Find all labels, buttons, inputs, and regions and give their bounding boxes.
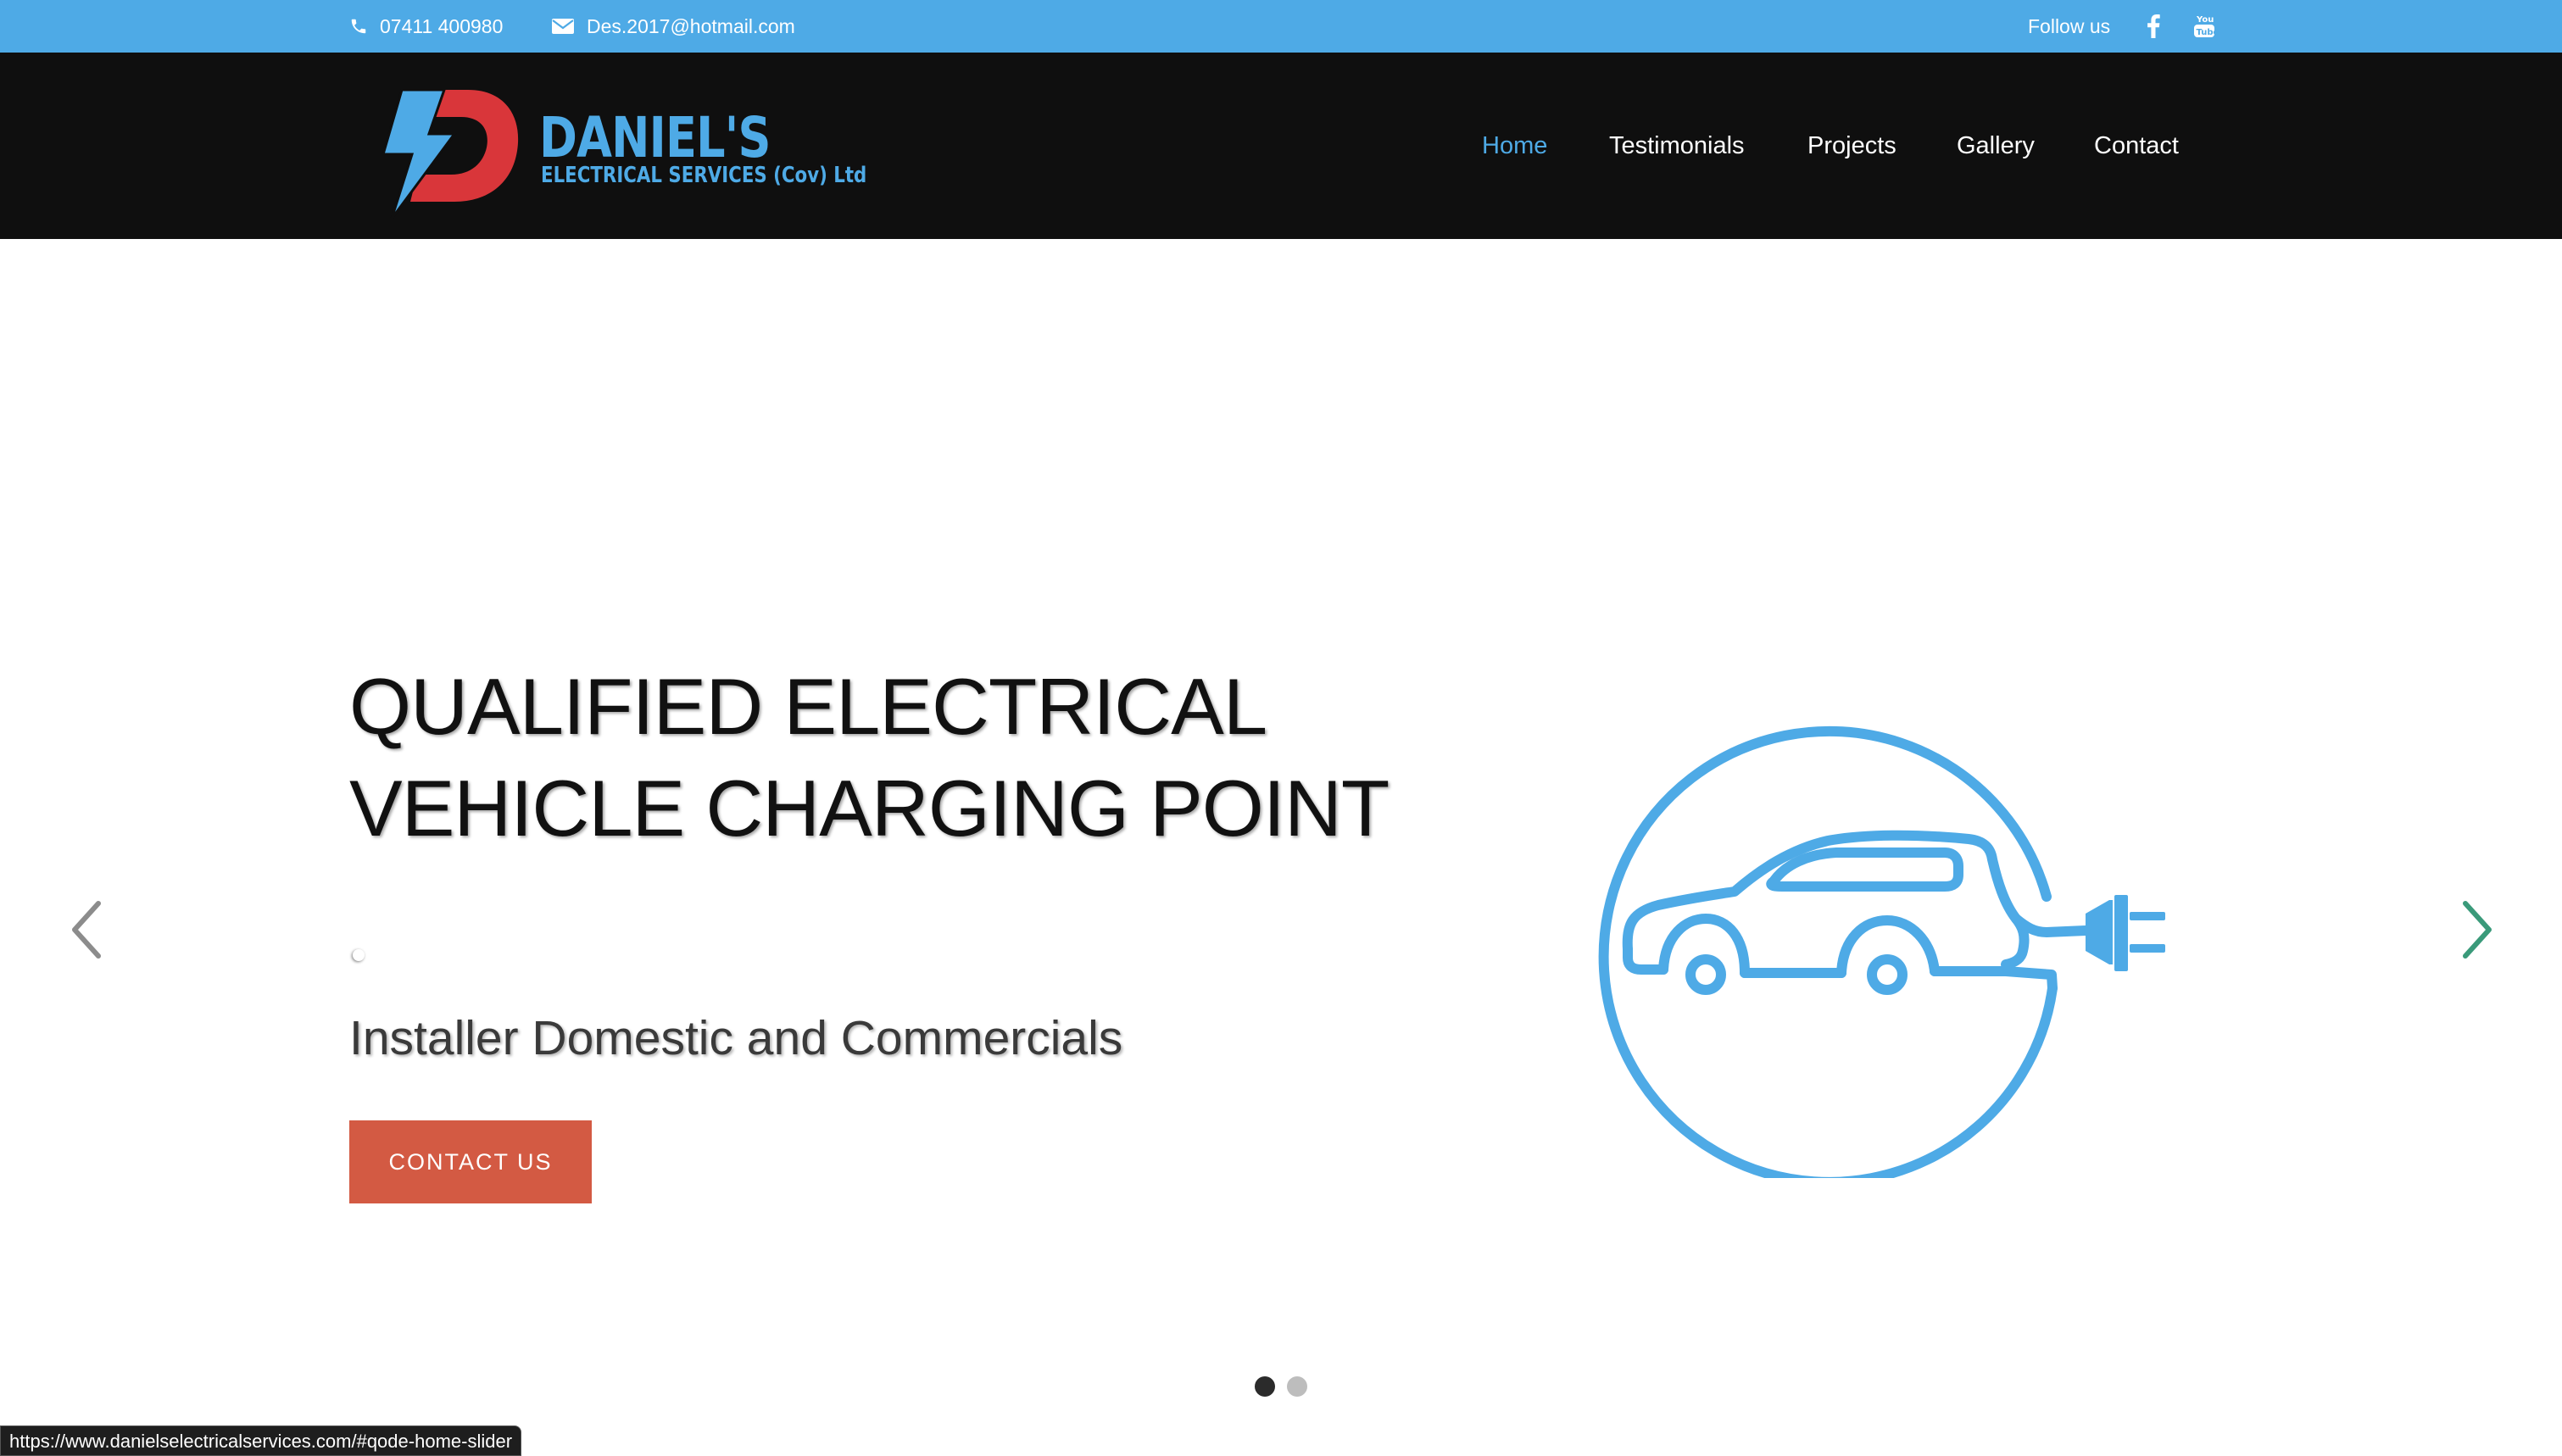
slide-subheading: Installer Domestic and Commercials — [349, 1011, 1123, 1065]
email-link[interactable]: Des.2017@hotmail.com — [551, 0, 795, 53]
slider-prev-arrow[interactable] — [61, 892, 112, 968]
slider-next-arrow[interactable] — [2452, 892, 2503, 968]
ev-charging-car-icon — [1598, 725, 2165, 1178]
top-contact-bar: 07411 400980 Des.2017@hotmail.com Follow… — [0, 0, 2562, 53]
phone-number: 07411 400980 — [380, 14, 504, 37]
slide-headline-line-1: QUALIFIED ELECTRICAL — [349, 662, 1267, 751]
youtube-icon: You Tube — [2194, 15, 2216, 37]
slider-pagination — [1255, 1376, 1307, 1397]
decorative-dot — [353, 949, 365, 961]
home-slider: QUALIFIED ELECTRICAL VEHICLE CHARGING PO… — [0, 239, 2562, 1456]
phone-icon — [351, 19, 366, 34]
nav-contact[interactable]: Contact — [2094, 53, 2179, 239]
contact-us-button[interactable]: CONTACT US — [349, 1120, 592, 1203]
slide-headline-line-2: VEHICLE CHARGING POINT — [349, 764, 1390, 853]
status-bar-url: https://www.danielselectricalservices.co… — [0, 1425, 522, 1456]
youtube-link[interactable]: You Tube — [2187, 0, 2221, 53]
facebook-icon — [2147, 14, 2160, 38]
email-address: Des.2017@hotmail.com — [587, 14, 795, 37]
slider-bullet-1[interactable] — [1255, 1376, 1275, 1397]
main-navigation: Home Testimonials Projects Gallery Conta… — [0, 53, 2562, 239]
chevron-left-icon — [72, 901, 101, 959]
phone-link[interactable]: 07411 400980 — [349, 0, 503, 53]
svg-text:Tube: Tube — [2197, 28, 2216, 37]
slide-headline: QUALIFIED ELECTRICAL VEHICLE CHARGING PO… — [349, 656, 1536, 859]
facebook-link[interactable] — [2136, 0, 2170, 53]
follow-us-label: Follow us — [2028, 14, 2111, 37]
nav-home[interactable]: Home — [1482, 53, 1547, 239]
svg-text:You: You — [2196, 15, 2214, 25]
nav-gallery[interactable]: Gallery — [1957, 53, 2035, 239]
chevron-right-icon — [2463, 901, 2492, 959]
slider-bullet-2[interactable] — [1287, 1376, 1307, 1397]
envelope-icon — [552, 19, 574, 34]
nav-projects[interactable]: Projects — [1807, 53, 1896, 239]
nav-testimonials[interactable]: Testimonials — [1609, 53, 1745, 239]
